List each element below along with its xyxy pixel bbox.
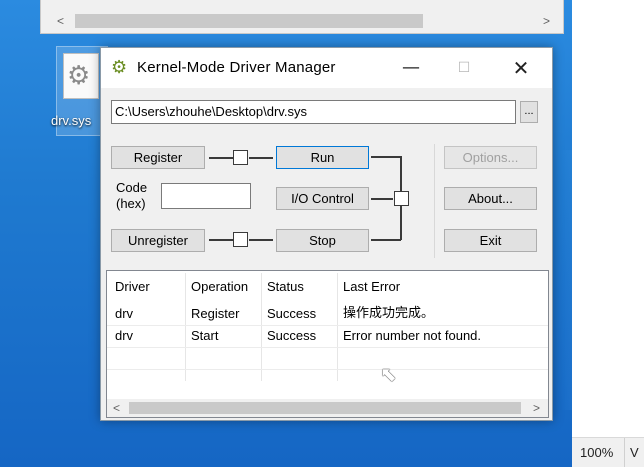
unregister-button[interactable]: Unregister — [111, 229, 205, 252]
scrollbar-thumb[interactable] — [129, 402, 521, 414]
list-horizontal-scrollbar[interactable]: < > — [107, 399, 548, 417]
mouse-cursor-icon: ⬉ — [380, 362, 397, 386]
status-tail-text: V — [630, 445, 639, 460]
operation-log-list[interactable]: Driver Operation Status Last Error drv R… — [106, 270, 549, 418]
background-window: < > — [40, 0, 564, 34]
connector-line — [249, 239, 273, 241]
gear-icon: ⚙ — [67, 61, 91, 91]
group-divider — [434, 144, 435, 258]
cell-status: Success — [267, 328, 317, 343]
chevron-left-icon[interactable]: < — [113, 399, 120, 417]
scrollbar-thumb[interactable] — [75, 14, 423, 28]
options-button[interactable]: Options... — [444, 146, 537, 169]
column-header-operation[interactable]: Operation — [191, 277, 248, 297]
connector-line — [249, 157, 273, 159]
cell-driver: drv — [115, 306, 134, 321]
zoom-level: 100% — [580, 445, 614, 460]
connector-line — [209, 157, 233, 159]
status-bar: 100% V — [572, 437, 644, 467]
cell-operation: Register — [191, 306, 240, 321]
driver-manager-dialog: ⚙ Kernel-Mode Driver Manager — ☐ ✕ C:\Us… — [100, 47, 553, 421]
list-header: Driver Operation Status Last Error — [107, 277, 548, 299]
unregister-state-box — [233, 232, 248, 247]
stop-button[interactable]: Stop — [276, 229, 369, 252]
window-title: Kernel-Mode Driver Manager — [137, 59, 336, 76]
connector-line — [371, 198, 393, 200]
background-horizontal-scrollbar[interactable]: < > — [53, 12, 555, 30]
exit-button[interactable]: Exit — [444, 229, 537, 252]
cell-last-error: 操作成功完成。 — [343, 306, 435, 321]
code-label-line2: (hex) — [116, 196, 146, 211]
background-app-window: 100% V — [572, 0, 644, 467]
chevron-right-icon[interactable]: > — [533, 399, 540, 417]
io-control-button[interactable]: I/O Control — [276, 187, 369, 210]
close-button[interactable]: ✕ — [501, 54, 541, 82]
minimize-button[interactable]: — — [391, 54, 431, 82]
code-label: Code (hex) — [116, 180, 147, 212]
chevron-left-icon[interactable]: < — [57, 12, 64, 30]
run-button[interactable]: Run — [276, 146, 369, 169]
row-divider — [107, 369, 548, 370]
cell-driver: drv — [115, 328, 134, 343]
connector-line — [209, 239, 233, 241]
chevron-right-icon[interactable]: > — [543, 12, 550, 30]
column-header-last-error[interactable]: Last Error — [343, 277, 400, 297]
title-bar[interactable]: ⚙ Kernel-Mode Driver Manager — ☐ ✕ — [101, 48, 552, 88]
about-button[interactable]: About... — [444, 187, 537, 210]
connector-line — [371, 156, 401, 158]
register-button[interactable]: Register — [111, 146, 205, 169]
list-item[interactable]: drv Register Success 操作成功完成。 — [107, 304, 548, 326]
code-hex-input[interactable] — [161, 183, 251, 209]
gears-icon: ⚙ — [111, 57, 128, 78]
register-state-box — [233, 150, 248, 165]
cell-operation: Start — [191, 328, 219, 343]
driver-path-input[interactable]: C:\Users\zhouhe\Desktop\drv.sys — [111, 100, 516, 124]
maximize-button[interactable]: ☐ — [444, 54, 484, 82]
status-divider — [624, 438, 625, 467]
browse-button[interactable]: ... — [520, 101, 538, 123]
list-item[interactable]: drv Start Success Error number not found… — [107, 326, 548, 348]
cell-last-error: Error number not found. — [343, 328, 482, 343]
cell-status: Success — [267, 306, 317, 321]
code-label-line1: Code — [116, 180, 148, 195]
column-header-driver[interactable]: Driver — [115, 277, 150, 297]
io-state-box — [394, 191, 409, 206]
column-header-status[interactable]: Status — [267, 277, 304, 297]
row-divider — [107, 347, 548, 348]
connector-line — [371, 239, 401, 241]
